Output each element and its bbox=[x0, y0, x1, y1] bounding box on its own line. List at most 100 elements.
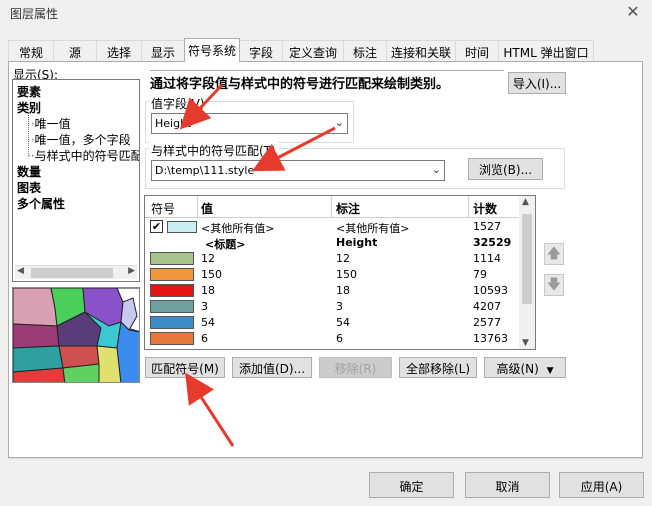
style-path-selected: D:\temp\111.style bbox=[155, 164, 255, 177]
column-divider[interactable] bbox=[197, 196, 198, 218]
style-path-select[interactable]: D:\temp\111.style ⌄ bbox=[151, 160, 445, 181]
tab-strip: 常规源选择 显示 符号系统 字段 定义查询 标注 连接和关联 时间 HTML 弹出窗口 bbox=[8, 38, 643, 62]
symbol-swatch[interactable] bbox=[167, 221, 197, 233]
column-divider[interactable] bbox=[331, 196, 332, 218]
col-header-value[interactable]: 值 bbox=[201, 200, 213, 217]
col-header-symbol[interactable]: 符号 bbox=[151, 200, 175, 217]
cell-count: 32529 bbox=[473, 236, 512, 249]
scroll-left-icon[interactable]: ◀ bbox=[17, 266, 24, 276]
advanced-label: 高级(N) bbox=[496, 362, 539, 376]
cell-count: 1114 bbox=[473, 252, 501, 265]
table-row[interactable]: 18 18 10593 bbox=[145, 283, 520, 299]
arrow-up-icon: 🡅 bbox=[546, 246, 562, 262]
tab-1[interactable]: 源 bbox=[53, 40, 97, 62]
ok-button[interactable]: 确定 bbox=[369, 472, 454, 498]
tab-8[interactable]: 连接和关联 bbox=[386, 40, 456, 62]
remove-button[interactable]: 移除(R) bbox=[319, 357, 392, 378]
tree-item-quantities[interactable]: 数量 bbox=[17, 163, 41, 180]
row-checkbox[interactable]: ✔ bbox=[150, 220, 163, 233]
value-field-label: 值字段(V) bbox=[149, 95, 207, 112]
apply-button[interactable]: 应用(A) bbox=[559, 472, 644, 498]
table-row[interactable]: 3 3 4207 bbox=[145, 299, 520, 315]
tab-5[interactable]: 字段 bbox=[239, 40, 283, 62]
arrow-down-icon: 🡇 bbox=[546, 277, 562, 293]
window-title: 图层属性 bbox=[10, 7, 59, 21]
col-header-label[interactable]: 标注 bbox=[336, 200, 360, 217]
tree-item-unique-values[interactable]: ··唯一值 bbox=[27, 115, 71, 132]
remove-all-button[interactable]: 全部移除(L) bbox=[399, 357, 477, 378]
value-field-select[interactable]: Height ⌄ bbox=[151, 113, 348, 134]
cell-count: 2577 bbox=[473, 316, 501, 329]
symbol-swatch[interactable] bbox=[150, 316, 194, 329]
panel-heading: 通过将字段值与样式中的符号进行匹配来绘制类别。 bbox=[150, 77, 450, 92]
tree-item-match-style[interactable]: ··与样式中的符号匹配 bbox=[27, 147, 139, 164]
symbol-swatch[interactable] bbox=[150, 252, 194, 265]
browse-button[interactable]: 浏览(B)... bbox=[468, 158, 543, 180]
renderer-preview-image bbox=[12, 287, 140, 383]
tab-2[interactable]: 选择 bbox=[96, 40, 142, 62]
symbol-swatch[interactable] bbox=[150, 332, 194, 345]
advanced-button[interactable]: 高级(N) ▼ bbox=[484, 357, 566, 378]
symbol-swatch[interactable] bbox=[150, 284, 194, 297]
tab-9[interactable]: 时间 bbox=[455, 40, 499, 62]
tab-7[interactable]: 标注 bbox=[343, 40, 387, 62]
tree-item-charts[interactable]: 图表 bbox=[17, 179, 41, 196]
cancel-button[interactable]: 取消 bbox=[465, 472, 550, 498]
close-icon[interactable]: ✕ bbox=[624, 2, 642, 21]
cell-count: 13763 bbox=[473, 332, 508, 345]
tree-horizontal-scrollbar[interactable]: ◀ ▶ bbox=[15, 265, 137, 279]
scroll-down-icon[interactable]: ▼ bbox=[522, 338, 529, 348]
values-table[interactable]: 符号 值 标注 计数 ✔ <其他所有值> <其他所有值> 1527 <标题> Height… bbox=[144, 195, 536, 350]
col-header-count[interactable]: 计数 bbox=[473, 200, 497, 217]
tab-6[interactable]: 定义查询 bbox=[282, 40, 344, 62]
cell-label: <其他所有值> bbox=[336, 222, 410, 235]
tab-10[interactable]: HTML 弹出窗口 bbox=[498, 40, 594, 62]
move-down-button[interactable]: 🡇 bbox=[544, 274, 564, 296]
move-up-button[interactable]: 🡅 bbox=[544, 243, 564, 265]
cell-count: 10593 bbox=[473, 284, 508, 297]
cell-label: 3 bbox=[336, 300, 343, 313]
renderer-tree[interactable]: 要素 类别 ··唯一值 ··唯一值，多个字段 ··与样式中的符号匹配 数量 图表… bbox=[12, 79, 140, 282]
tab-3[interactable]: 显示 bbox=[141, 40, 185, 62]
tab-4[interactable]: 符号系统 bbox=[184, 38, 240, 62]
value-field-selected: Height bbox=[155, 117, 192, 130]
tree-item-categories[interactable]: 类别 bbox=[17, 99, 41, 116]
table-row[interactable]: 54 54 2577 bbox=[145, 315, 520, 331]
cell-label: 18 bbox=[336, 284, 350, 297]
cell-value: <其他所有值> bbox=[201, 222, 275, 235]
scroll-thumb[interactable] bbox=[522, 214, 532, 304]
chevron-down-icon[interactable]: ⌄ bbox=[432, 163, 441, 176]
tab-0[interactable]: 常规 bbox=[8, 40, 54, 62]
scroll-right-icon[interactable]: ▶ bbox=[128, 266, 135, 276]
tree-item-unique-values-multi[interactable]: ··唯一值，多个字段 bbox=[27, 131, 131, 148]
symbol-swatch[interactable] bbox=[150, 300, 194, 313]
match-symbols-button[interactable]: 匹配符号(M) bbox=[145, 357, 225, 378]
cell-label: Height bbox=[336, 236, 378, 249]
import-button[interactable]: 导入(I)... bbox=[508, 72, 566, 94]
column-divider[interactable] bbox=[468, 196, 469, 218]
scroll-thumb[interactable] bbox=[31, 268, 113, 278]
table-row[interactable]: 6 6 13763 bbox=[145, 331, 520, 347]
cell-value: 12 bbox=[201, 252, 215, 265]
cell-count: 4207 bbox=[473, 300, 501, 313]
symbol-swatch[interactable] bbox=[150, 268, 194, 281]
footer-separator bbox=[8, 458, 643, 459]
chevron-down-icon[interactable]: ⌄ bbox=[335, 116, 344, 129]
table-row[interactable]: 12 12 1114 bbox=[145, 251, 520, 267]
cell-label: 54 bbox=[336, 316, 350, 329]
cell-value: 150 bbox=[201, 268, 222, 281]
table-row[interactable]: 150 150 79 bbox=[145, 267, 520, 283]
cell-value: 6 bbox=[201, 332, 208, 345]
table-row[interactable]: <标题> Height 32529 bbox=[145, 235, 520, 251]
tree-item-features[interactable]: 要素 bbox=[17, 83, 41, 100]
add-values-button[interactable]: 添加值(D)... bbox=[232, 357, 312, 378]
cell-value: <标题> bbox=[205, 238, 246, 251]
table-vertical-scrollbar[interactable]: ▲ ▼ bbox=[519, 196, 535, 349]
scroll-up-icon[interactable]: ▲ bbox=[522, 197, 529, 207]
table-row[interactable]: ✔ <其他所有值> <其他所有值> 1527 bbox=[145, 219, 520, 235]
cell-label: 150 bbox=[336, 268, 357, 281]
tree-item-multiple-attributes[interactable]: 多个属性 bbox=[17, 195, 65, 212]
cell-count: 1527 bbox=[473, 220, 501, 233]
table-header: 符号 值 标注 计数 bbox=[145, 196, 520, 218]
cell-value: 54 bbox=[201, 316, 215, 329]
